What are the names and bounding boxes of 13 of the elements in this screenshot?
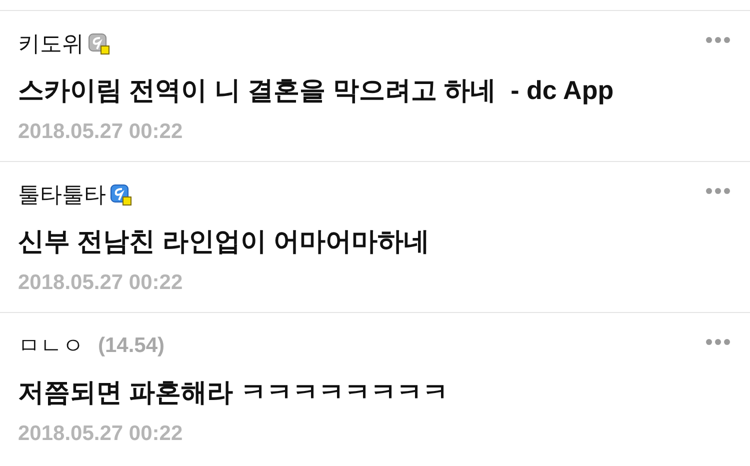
- more-icon[interactable]: [706, 188, 730, 194]
- ip-address: (14.54): [98, 334, 165, 358]
- more-icon[interactable]: [706, 37, 730, 43]
- comment-date: 2018.05.27 00:22: [18, 120, 184, 144]
- comment-text: 신부 전남친 라인업이 어마어마하네: [18, 225, 431, 258]
- user-name: 키도위: [18, 30, 84, 58]
- user-name: ㅁㄴㅇ: [18, 332, 84, 360]
- user-name: 툴타툴타: [18, 181, 106, 209]
- comment-text: 스카이림 전역이 니 결혼을 막으려고 하네 - dc App: [18, 74, 615, 107]
- comment-text: 저쯤되면 파혼해라 ㅋㅋㅋㅋㅋㅋㅋㅋ: [18, 376, 450, 409]
- more-icon[interactable]: [706, 339, 730, 345]
- comment-date: 2018.05.27 00:22: [18, 422, 184, 446]
- comment-date: 2018.05.27 00:22: [18, 271, 184, 295]
